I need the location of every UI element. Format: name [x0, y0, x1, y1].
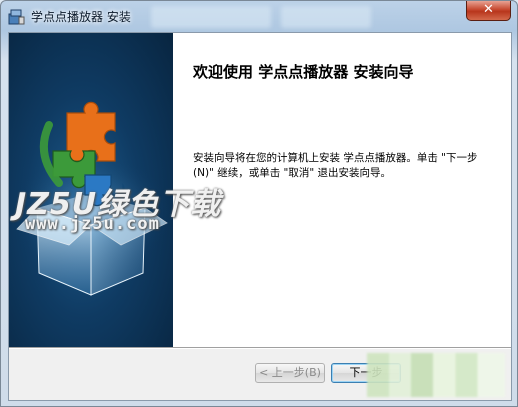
- wizard-client-area: 欢迎使用 学点点播放器 安装向导 安装向导将在您的计算机上安装 学点点播放器。单…: [8, 32, 512, 401]
- watermark-url: www.jz5u.com: [25, 214, 160, 234]
- title-bar[interactable]: 学点点播放器 安装 ✕: [1, 1, 517, 31]
- window-title: 学点点播放器 安装: [31, 10, 131, 24]
- blurred-region: [281, 6, 371, 28]
- close-button[interactable]: ✕: [466, 1, 511, 21]
- blurred-region: [151, 6, 271, 28]
- installer-icon: [8, 9, 25, 25]
- welcome-text: 安装向导将在您的计算机上安装 学点点播放器。单击 "下一步(N)" 继续，或单击…: [193, 152, 478, 179]
- welcome-heading: 欢迎使用 学点点播放器 安装向导: [193, 63, 414, 81]
- installer-window: 学点点播放器 安装 ✕ 欢迎使用 学点点播放器 安装向导 安装向导将在您的计算机…: [0, 0, 518, 407]
- welcome-panel: 欢迎使用 学点点播放器 安装向导 安装向导将在您的计算机上安装 学点点播放器。单…: [173, 33, 511, 347]
- button-divider: [9, 347, 511, 349]
- back-button[interactable]: < 上一步(B): [255, 363, 325, 383]
- pixelated-region: [367, 353, 505, 397]
